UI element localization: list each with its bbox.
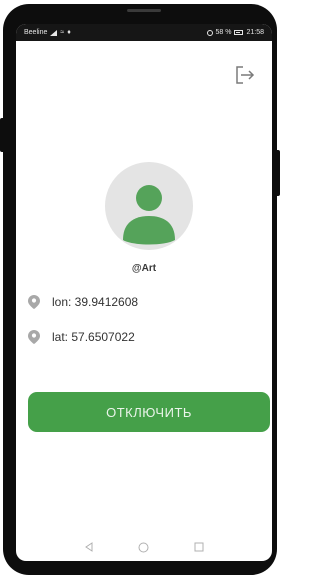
status-bar: Beeline ≈ ♦ 58 % 21:58 (16, 24, 272, 41)
wifi-icon: ≈ (60, 29, 65, 36)
disconnect-button[interactable]: ОТКЛЮЧИТЬ (28, 392, 270, 432)
status-time: 21:58 (246, 29, 264, 36)
power-button (277, 150, 280, 196)
signal-icon (50, 29, 58, 36)
volume-button (0, 118, 3, 152)
nav-back-icon (85, 542, 93, 552)
longitude-row: lon: 39.9412608 (28, 295, 138, 309)
disconnect-button-label: ОТКЛЮЧИТЬ (106, 404, 192, 420)
app-screen: Beeline ≈ ♦ 58 % 21:58 @Art lon: 39.9412… (16, 24, 272, 561)
nav-home-icon (138, 542, 149, 552)
nav-recents-icon (194, 542, 204, 552)
battery-icon (234, 30, 244, 35)
avatar (105, 162, 193, 250)
person-avatar-icon (123, 185, 175, 245)
longitude-value: lon: 39.9412608 (52, 295, 139, 309)
phone-frame: Beeline ≈ ♦ 58 % 21:58 @Art lon: 39.9412… (3, 4, 277, 575)
nav-recents-button[interactable] (192, 540, 206, 554)
battery-percent: 58 % (215, 29, 232, 36)
location-status-icon: ♦ (67, 29, 71, 36)
username: @Art (131, 263, 157, 274)
nav-back-button[interactable] (82, 540, 96, 554)
latitude-row: lat: 57.6507022 (28, 330, 135, 344)
location-pin-icon (28, 330, 40, 344)
phone-speaker (127, 9, 161, 12)
system-nav-bar (16, 533, 272, 561)
location-pin-icon (28, 295, 40, 309)
logout-icon[interactable] (234, 65, 256, 85)
alarm-icon (206, 29, 213, 36)
nav-home-button[interactable] (137, 540, 151, 554)
latitude-value: lat: 57.6507022 (52, 330, 135, 344)
carrier-name: Beeline (24, 29, 48, 36)
